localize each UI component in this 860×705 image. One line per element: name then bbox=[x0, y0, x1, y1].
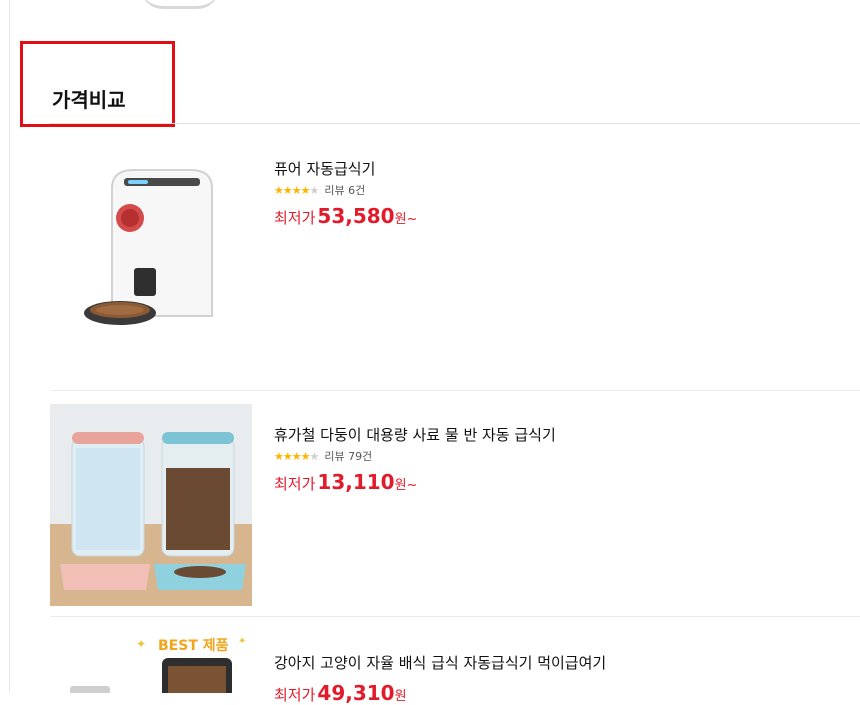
price-label: 최저가 bbox=[274, 686, 316, 704]
rating-stars: ★★★★★ bbox=[274, 449, 319, 463]
product-name[interactable]: 퓨어 자동급식기 bbox=[274, 158, 417, 179]
row-divider bbox=[50, 390, 860, 391]
product-price: 최저가 53,580 원~ bbox=[274, 204, 417, 228]
rating-stars: ★★★★★ bbox=[274, 183, 319, 197]
price-value: 53,580 bbox=[317, 204, 395, 228]
product-name[interactable]: 휴가철 다둥이 대용량 사료 물 반 자동 급식기 bbox=[274, 424, 556, 445]
price-suffix: 원~ bbox=[394, 212, 418, 227]
product-price: 최저가 49,310 원 bbox=[274, 681, 606, 705]
review-count[interactable]: 리뷰 6건 bbox=[324, 182, 365, 198]
best-badge: BEST 제품 bbox=[158, 638, 229, 654]
stars-filled: ★★★★ bbox=[274, 183, 310, 197]
product-image-auto-feeder[interactable] bbox=[50, 158, 252, 360]
price-suffix: 원 bbox=[394, 689, 407, 704]
product-info: 강아지 고양이 자율 배식 급식 자동급식기 먹이급여기 최저가 49,310 … bbox=[274, 652, 606, 705]
section-title: 가격비교 bbox=[52, 88, 126, 112]
previous-section-fragment bbox=[140, 0, 220, 9]
product-name[interactable]: 강아지 고양이 자율 배식 급식 자동급식기 먹이급여기 bbox=[274, 652, 606, 673]
left-border bbox=[9, 0, 10, 693]
product-price: 최저가 13,110 원~ bbox=[274, 470, 556, 494]
price-suffix: 원~ bbox=[394, 478, 418, 493]
product-rating: ★★★★★ 리뷰 6건 bbox=[274, 182, 417, 198]
stars-empty: ★ bbox=[309, 449, 319, 463]
price-label: 최저가 bbox=[274, 475, 316, 493]
svg-text:✦: ✦ bbox=[136, 637, 146, 651]
product-image-water-feeder[interactable] bbox=[50, 404, 252, 606]
product-rating: ★★★★★ 리뷰 79건 bbox=[274, 448, 556, 464]
price-label: 최저가 bbox=[274, 209, 316, 227]
price-value: 13,110 bbox=[317, 470, 395, 494]
product-info: 휴가철 다둥이 대용량 사료 물 반 자동 급식기 ★★★★★ 리뷰 79건 최… bbox=[274, 424, 556, 494]
product-info: 퓨어 자동급식기 ★★★★★ 리뷰 6건 최저가 53,580 원~ bbox=[274, 158, 417, 228]
stars-empty: ★ bbox=[309, 183, 319, 197]
section-divider bbox=[50, 123, 860, 124]
row-divider bbox=[50, 616, 860, 617]
product-image-best-feeder[interactable]: BEST 제품 ✦ ✦ bbox=[50, 628, 252, 693]
stars-filled: ★★★★ bbox=[274, 449, 310, 463]
review-count[interactable]: 리뷰 79건 bbox=[324, 448, 372, 464]
svg-text:✦: ✦ bbox=[238, 636, 246, 647]
price-value: 49,310 bbox=[317, 681, 395, 705]
